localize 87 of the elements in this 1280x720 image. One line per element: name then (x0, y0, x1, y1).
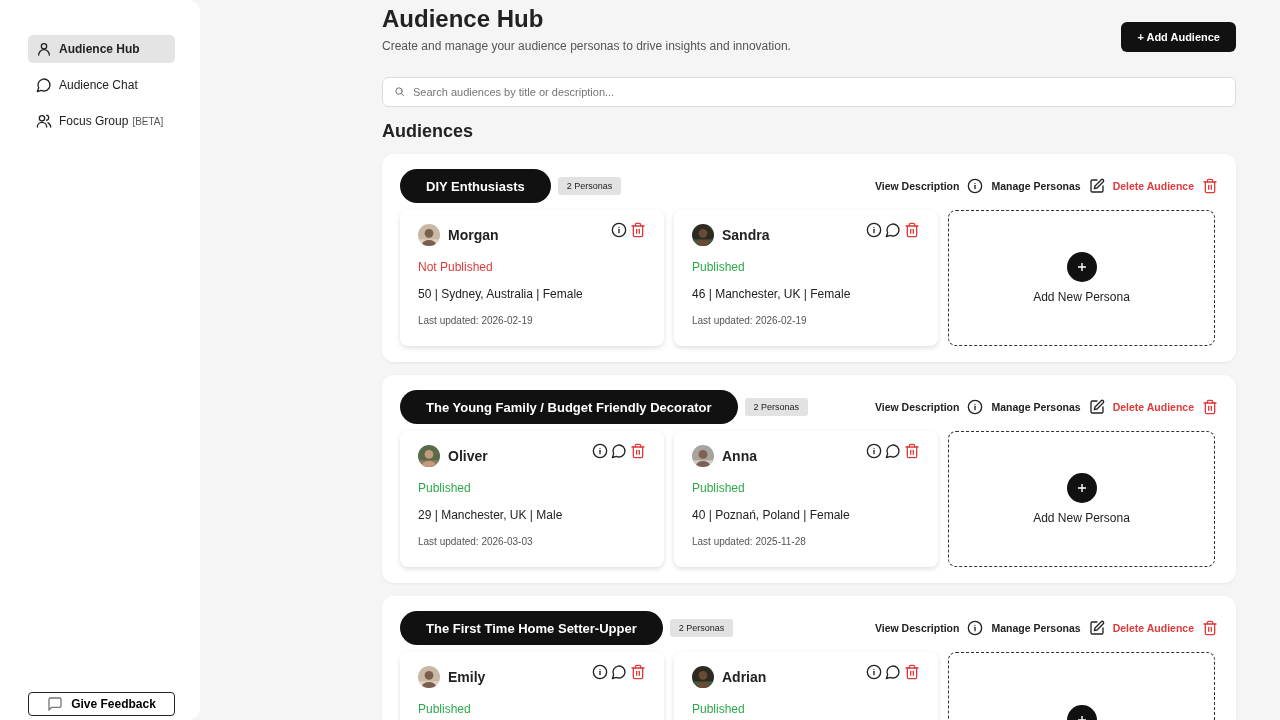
sidebar-item[interactable]: Audience Hub (28, 35, 175, 63)
persona-card[interactable]: Anna Published 40 | Poznań, Poland | Female Last updated: 2025-11-28 (674, 431, 938, 567)
publish-status: Published (692, 702, 746, 716)
view-description-link[interactable]: View Description (874, 622, 960, 634)
last-updated: Last updated: 2025-11-28 (692, 536, 807, 547)
sidebar-item[interactable]: Focus Group [BETA] (28, 107, 175, 135)
delete-audience-link[interactable]: Delete Audience (1112, 180, 1194, 192)
chat-icon (36, 77, 52, 93)
page-title: Audience Hub (382, 5, 545, 33)
page-subtitle: Create and manage your audience personas to drive insights and innovation. (382, 39, 791, 53)
chat-icon[interactable] (885, 443, 901, 459)
plus-icon (1066, 473, 1097, 503)
audience-title[interactable]: The First Time Home Setter-Upper (400, 611, 663, 645)
add-persona-card[interactable]: Add New Persona (948, 210, 1215, 346)
publish-status: Published (692, 260, 746, 274)
delete-audience-link[interactable]: Delete Audience (1112, 622, 1194, 634)
plus-icon (1066, 252, 1097, 282)
audience-title[interactable]: The Young Family / Budget Friendly Decorator (400, 390, 738, 424)
trash-icon (904, 222, 920, 238)
trash-icon (1202, 620, 1218, 636)
section-title: Audiences (382, 121, 475, 142)
publish-status: Published (418, 481, 472, 495)
info-icon (866, 222, 882, 238)
publish-status: Published (692, 481, 746, 495)
edit-icon (1088, 178, 1105, 194)
info-icon (611, 222, 627, 238)
manage-personas-link[interactable]: Manage Personas (991, 180, 1081, 192)
view-description-link[interactable]: View Description (874, 180, 960, 192)
persona-card[interactable]: Adrian Published (674, 652, 938, 720)
search-field[interactable]: Search audiences by title or description... (382, 77, 1236, 107)
person-icon (36, 41, 52, 57)
last-updated: Last updated: 2026-03-03 (418, 536, 534, 547)
delete-audience-link[interactable]: Delete Audience (1112, 401, 1194, 413)
info-icon (866, 443, 882, 459)
info-icon (967, 620, 984, 636)
persona-name: Adrian (722, 669, 767, 685)
persona-count: 2 Personas (557, 177, 622, 195)
feedback-button[interactable]: Give Feedback (28, 692, 175, 716)
audience-title[interactable]: DIY Enthusiasts (400, 169, 551, 203)
trash-icon (904, 443, 920, 459)
persona-card[interactable]: Emily Published (400, 652, 664, 720)
chat-icon[interactable] (885, 222, 901, 238)
last-updated: Last updated: 2026-02-19 (692, 315, 808, 326)
manage-personas-link[interactable]: Manage Personas (991, 401, 1081, 413)
persona-details: 40 | Poznań, Poland | Female (692, 508, 851, 522)
persona-count: 2 Personas (744, 398, 809, 416)
persona-name: Oliver (448, 448, 488, 464)
add-persona-label: Add New Persona (1033, 511, 1130, 525)
info-icon (592, 443, 608, 459)
manage-personas-link[interactable]: Manage Personas (991, 622, 1081, 634)
trash-icon (904, 664, 920, 680)
add-persona-label: Add New Persona (1033, 290, 1130, 304)
edit-icon (1088, 620, 1105, 636)
persona-card[interactable]: Sandra Published 46 | Manchester, UK | Female Last updated: 2026-02-19 (674, 210, 938, 346)
add-persona-card[interactable]: Add New Persona (948, 431, 1215, 567)
people-icon (36, 113, 52, 129)
persona-count: 2 Personas (669, 619, 734, 637)
persona-card[interactable]: Morgan Not Published 50 | Sydney, Australia | Female Last updated: 2026-02-19 (400, 210, 664, 346)
trash-icon (1202, 178, 1218, 194)
persona-name: Emily (448, 669, 486, 685)
info-icon (967, 178, 984, 194)
chat-icon[interactable] (885, 664, 901, 680)
persona-details: 29 | Manchester, UK | Male (418, 508, 564, 522)
sidebar-item[interactable]: Audience Chat (28, 71, 175, 99)
chat-icon[interactable] (611, 443, 627, 459)
edit-icon (1088, 399, 1105, 415)
chat-icon[interactable] (611, 664, 627, 680)
publish-status: Not Published (418, 260, 494, 274)
last-updated: Last updated: 2026-02-19 (418, 315, 534, 326)
persona-name: Anna (722, 448, 757, 464)
trash-icon (630, 443, 646, 459)
persona-details: 46 | Manchester, UK | Female (692, 287, 852, 301)
persona-name: Morgan (448, 227, 499, 243)
chat-icon (47, 696, 64, 712)
trash-icon (1202, 399, 1218, 415)
view-description-link[interactable]: View Description (874, 401, 960, 413)
info-icon (866, 664, 882, 680)
add-audience-button[interactable]: + Add Audience (1121, 22, 1236, 52)
trash-icon (630, 222, 646, 238)
persona-card[interactable]: Oliver Published 29 | Manchester, UK | Male Last updated: 2026-03-03 (400, 431, 664, 567)
persona-name: Sandra (722, 227, 770, 243)
trash-icon (630, 664, 646, 680)
persona-details: 50 | Sydney, Australia | Female (418, 287, 584, 301)
info-icon (967, 399, 984, 415)
publish-status: Published (418, 702, 472, 716)
info-icon (592, 664, 608, 680)
search-icon (394, 86, 405, 97)
